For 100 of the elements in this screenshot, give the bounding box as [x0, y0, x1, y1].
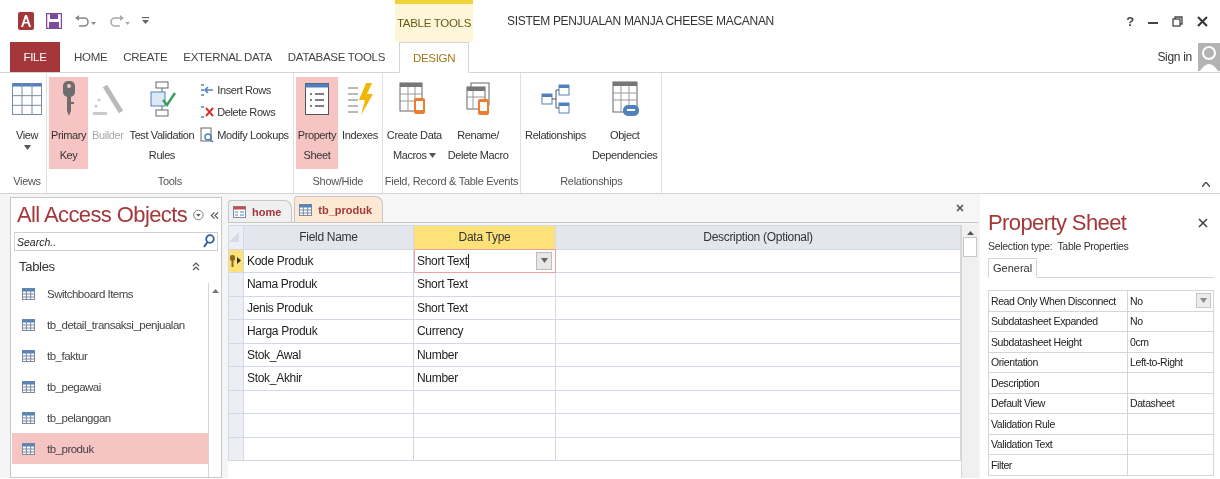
property-value[interactable]	[1127, 413, 1214, 434]
dropdown-circle-icon[interactable]	[193, 209, 204, 221]
property-value[interactable]	[1127, 372, 1214, 393]
table-cell[interactable]: Jenis Produk	[243, 296, 414, 320]
document-tab[interactable]: tb_produk	[294, 196, 384, 222]
sign-in-link[interactable]: Sign in	[1157, 50, 1192, 64]
navigation-item[interactable]: tb_pelanggan	[12, 402, 209, 433]
ribbon-button[interactable]: View	[10, 77, 44, 169]
table-cell[interactable]: Kode Produk	[243, 249, 414, 273]
restore-icon[interactable]	[1172, 15, 1183, 27]
group-label: Views	[12, 175, 42, 189]
navigation-item[interactable]: tb_produk	[12, 433, 209, 464]
property-value[interactable]	[1127, 454, 1214, 475]
app-logo-icon[interactable]	[18, 12, 34, 30]
ribbon-button[interactable]: Indexes	[340, 77, 380, 169]
close-icon[interactable]	[1198, 218, 1208, 228]
pane-title[interactable]: All Access Objects	[17, 202, 188, 228]
column-header[interactable]: Description (Optional)	[555, 225, 961, 249]
save-icon[interactable]	[46, 13, 62, 29]
column-header[interactable]: Data Type	[413, 225, 556, 249]
dropdown-button[interactable]	[536, 251, 552, 270]
double-chevron-icon[interactable]	[192, 262, 200, 271]
scrollbar[interactable]	[208, 283, 221, 477]
ribbon-tab[interactable]: HOME	[66, 42, 116, 72]
ribbon-button[interactable]: Property Sheet	[295, 77, 339, 169]
column-header[interactable]: Field Name	[243, 225, 414, 249]
navigation-item[interactable]: tb_pegawai	[12, 371, 209, 402]
collapse-pane-icon[interactable]	[210, 210, 219, 220]
search-field[interactable]: Search..	[14, 232, 218, 251]
table-cell[interactable]	[555, 272, 961, 296]
navigation-item[interactable]: Switchboard Items	[12, 278, 209, 309]
property-name: Default View	[988, 393, 1128, 414]
list-icon	[304, 83, 329, 115]
ribbon-tab[interactable]: DATABASE TOOLS	[279, 42, 394, 72]
property-value[interactable]	[1127, 434, 1214, 455]
table-icon	[299, 203, 313, 216]
undo-icon[interactable]	[74, 14, 96, 28]
row-selector[interactable]	[228, 249, 244, 273]
ribbon-button[interactable]: Rename/ Delete Macro	[445, 77, 511, 169]
wand-icon	[92, 82, 123, 116]
rows-arrow-icon	[200, 83, 215, 97]
avatar-icon[interactable]	[1198, 43, 1220, 71]
ribbon-button[interactable]: Insert Rows	[198, 81, 291, 99]
property-name: Subdatasheet Expanded	[988, 311, 1128, 332]
table-cell[interactable]: Currency	[413, 319, 556, 343]
table-icon	[12, 83, 42, 115]
table-cell[interactable]	[555, 296, 961, 320]
close-icon[interactable]	[1197, 15, 1208, 27]
property-name: Validation Text	[988, 434, 1128, 455]
table-cell[interactable]: Harga Produk	[243, 319, 414, 343]
property-value[interactable]: 0cm	[1127, 331, 1214, 352]
collapse-ribbon-icon[interactable]	[1202, 182, 1210, 187]
navigation-item[interactable]: tb_faktur	[12, 340, 209, 371]
property-name: Description	[988, 372, 1128, 393]
ribbon-tab[interactable]: FILE	[10, 42, 60, 72]
ribbon-button[interactable]: Primary Key	[49, 77, 89, 169]
table-cell[interactable]: Short Text	[413, 296, 556, 320]
table-icon	[22, 380, 35, 393]
table-cell[interactable]	[555, 366, 961, 390]
table-cell[interactable]: Short Text	[413, 272, 556, 296]
ribbon-tab[interactable]: CREATE	[115, 42, 176, 72]
scroll-up-icon[interactable]	[211, 289, 219, 293]
scroll-up-icon[interactable]	[966, 231, 974, 235]
property-tab[interactable]: General	[988, 258, 1038, 278]
close-icon[interactable]	[956, 204, 964, 212]
table-cell[interactable]: Number	[413, 343, 556, 367]
customize-caret-icon[interactable]	[142, 17, 149, 25]
table-icon	[22, 318, 35, 331]
ribbon-button[interactable]: Relationships	[523, 77, 588, 169]
scrollbar-thumb[interactable]	[963, 237, 977, 257]
navigation-item[interactable]: tb_detail_transaksi_penjualan	[12, 309, 209, 340]
group-label: Field, Record & Table Events	[384, 175, 519, 189]
document-tab[interactable]: home	[228, 200, 293, 222]
table-cell[interactable]: Stok_Akhir	[243, 366, 414, 390]
ribbon-button[interactable]: Modify Lookups	[198, 125, 291, 145]
search-icon[interactable]	[203, 234, 215, 248]
ribbon-button[interactable]: Create Data Macros	[384, 77, 444, 169]
table-cell[interactable]: Stok_Awal	[243, 343, 414, 367]
ribbon-tab[interactable]: DESIGN	[399, 42, 470, 73]
ribbon-button[interactable]: Test Validation Rules	[127, 77, 197, 169]
ribbon-button[interactable]: Object Dependencies	[589, 77, 660, 169]
section-header[interactable]: Tables	[19, 259, 55, 274]
ribbon-button[interactable]: Delete Rows	[198, 103, 291, 121]
scrollbar[interactable]	[961, 225, 978, 478]
help-button[interactable]: ?	[1126, 13, 1134, 29]
dropdown-button[interactable]	[1196, 293, 1211, 309]
redo-icon[interactable]	[108, 14, 130, 28]
property-name: Subdatasheet Height	[988, 331, 1128, 352]
ribbon-tab[interactable]: EXTERNAL DATA	[175, 42, 280, 72]
property-value[interactable]: Left-to-Right	[1127, 352, 1214, 373]
table-cell[interactable]: Short Text	[413, 249, 556, 273]
property-value[interactable]: No	[1127, 311, 1214, 332]
table-cell[interactable]	[555, 343, 961, 367]
property-value[interactable]: Datasheet	[1127, 393, 1214, 414]
table-cell[interactable]	[555, 249, 961, 273]
table-cell[interactable]	[555, 319, 961, 343]
property-value[interactable]: No	[1127, 290, 1214, 311]
selection-type-text: Selection type: Table Properties	[988, 240, 1130, 252]
table-cell[interactable]: Number	[413, 366, 556, 390]
table-cell[interactable]: Nama Produk	[243, 272, 414, 296]
